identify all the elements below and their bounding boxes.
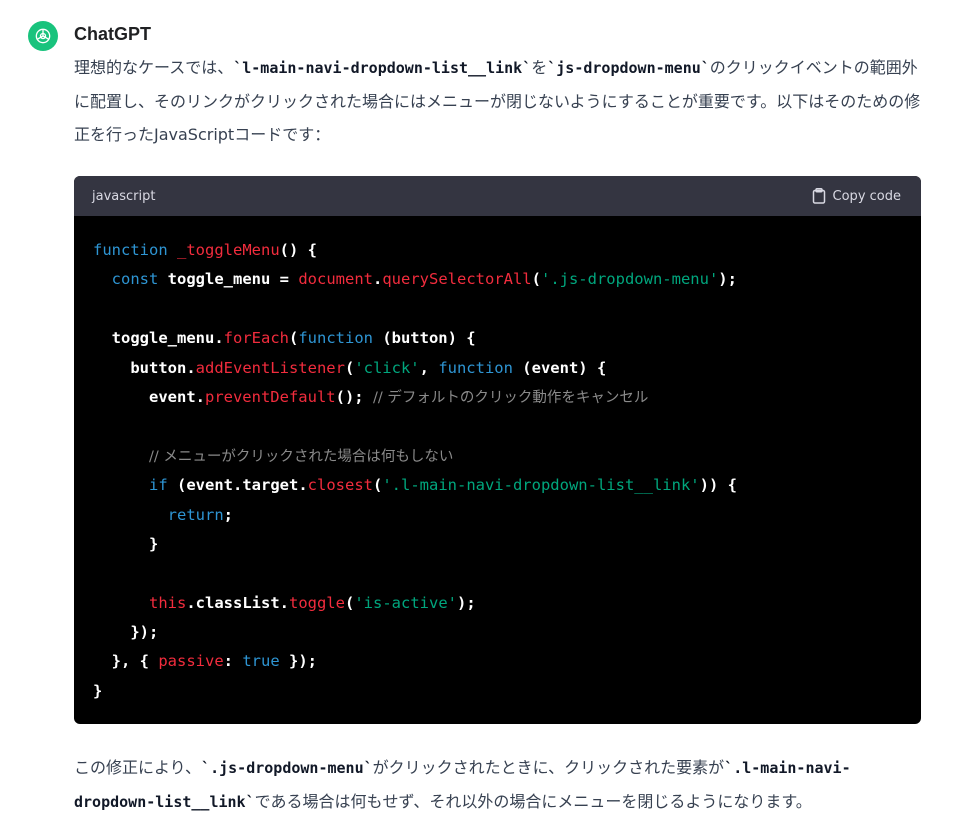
code-token: ();: [335, 387, 373, 406]
intro-text-2: を: [531, 58, 548, 77]
code-token: (event) {: [512, 358, 607, 377]
outro-text-3: である場合は何もせず、それ以外の場合にメニューを閉じるようになります。: [254, 792, 812, 811]
code-token: this: [149, 593, 187, 612]
code-line: });: [93, 618, 902, 647]
code-token: );: [718, 270, 737, 289]
code-token: ;: [223, 505, 233, 524]
code-token: function: [438, 358, 513, 377]
code-token: }: [93, 534, 159, 553]
code-token: }: [93, 681, 103, 700]
code-token: .: [372, 270, 383, 289]
code-token: (: [288, 329, 299, 348]
code-content: function _toggleMenu() { const toggle_me…: [74, 216, 921, 706]
code-line: }: [93, 677, 902, 706]
code-line: function _toggleMenu() {: [93, 236, 902, 265]
code-token: preventDefault: [204, 387, 336, 406]
code-token: true: [242, 652, 280, 671]
code-token: .classList.: [186, 593, 289, 612]
code-token: passive: [158, 652, 224, 671]
code-token: _toggleMenu: [177, 241, 280, 259]
code-token: '.l-main-navi-dropdown-list__link': [382, 476, 700, 495]
code-token: (button) {: [372, 329, 476, 348]
code-token: if: [149, 476, 168, 495]
code-token: toggle_menu.: [93, 329, 224, 348]
code-line: event.preventDefault(); // デフォルトのクリック動作を…: [93, 383, 902, 412]
code-token: :: [223, 652, 243, 671]
outro-text-2: がクリックされたときに、クリックされた要素が: [372, 758, 725, 777]
code-token: button.: [93, 358, 196, 377]
code-token: 'click': [354, 358, 420, 377]
code-token: querySelectorAll: [382, 270, 532, 289]
intro-inline-code-1: `l-main-navi-dropdown-list__link`: [233, 59, 532, 77]
code-line: this.classList.toggle('is-active');: [93, 589, 902, 618]
code-token: (: [531, 270, 541, 289]
intro-inline-code-2: `js-dropdown-menu`: [547, 59, 710, 77]
code-token: // デフォルトのクリック動作をキャンセル: [372, 389, 649, 406]
copy-code-button[interactable]: Copy code: [812, 188, 901, 204]
code-line: // メニューがクリックされた場合は何もしない: [93, 442, 902, 471]
code-token: )) {: [699, 476, 737, 495]
code-block-header: javascript Copy code: [74, 176, 921, 216]
code-token: });: [93, 623, 159, 642]
code-line: if (event.target.closest('.l-main-navi-d…: [93, 471, 902, 500]
code-token: addEventListener: [195, 358, 345, 377]
outro-text-1: この修正により、: [74, 758, 202, 777]
code-line: button.addEventListener('click', functio…: [93, 354, 902, 383]
code-language-label: javascript: [92, 188, 156, 204]
outro-paragraph: この修正により、`.js-dropdown-menu`がクリックされたときに、ク…: [74, 751, 924, 819]
code-token: (event.target.: [167, 476, 308, 495]
code-token: '.js-dropdown-menu': [540, 270, 719, 289]
code-token: event.: [93, 387, 205, 406]
code-token: function: [93, 241, 168, 259]
code-line: return;: [93, 501, 902, 530]
code-line: }, { passive: true });: [93, 647, 902, 676]
code-token: (: [344, 358, 355, 377]
copy-code-label: Copy code: [832, 188, 901, 204]
intro-text-1: 理想的なケースでは、: [74, 58, 234, 77]
code-token: return: [167, 505, 224, 524]
author-name: ChatGPT: [74, 24, 152, 44]
code-token: );: [456, 593, 476, 612]
clipboard-icon: [812, 188, 825, 204]
code-token: function: [298, 329, 373, 348]
code-token: const: [111, 270, 159, 289]
code-token: }, {: [93, 652, 159, 671]
code-token: forEach: [223, 329, 289, 348]
chatgpt-avatar: [28, 21, 58, 51]
code-token: toggle_menu =: [158, 270, 299, 289]
code-token: (: [372, 476, 383, 495]
outro-inline-code-1: `.js-dropdown-menu`: [201, 759, 373, 777]
code-line: }: [93, 530, 902, 559]
code-token: (: [344, 593, 355, 612]
code-token: document: [298, 270, 373, 289]
code-token: // メニューがクリックされた場合は何もしない: [149, 448, 454, 465]
code-token: ,: [419, 358, 439, 377]
openai-logo-icon: [35, 28, 51, 44]
code-line: toggle_menu.forEach(function (button) {: [93, 324, 902, 353]
intro-paragraph: 理想的なケースでは、`l-main-navi-dropdown-list__li…: [74, 51, 924, 151]
code-token: 'is-active': [354, 593, 457, 612]
code-token: });: [279, 652, 317, 671]
code-line: const toggle_menu = document.querySelect…: [93, 265, 902, 294]
code-token: () {: [279, 241, 317, 259]
code-block: javascript Copy code function _toggleMen…: [74, 176, 921, 724]
code-token: toggle: [288, 593, 345, 612]
code-token: closest: [307, 476, 373, 495]
